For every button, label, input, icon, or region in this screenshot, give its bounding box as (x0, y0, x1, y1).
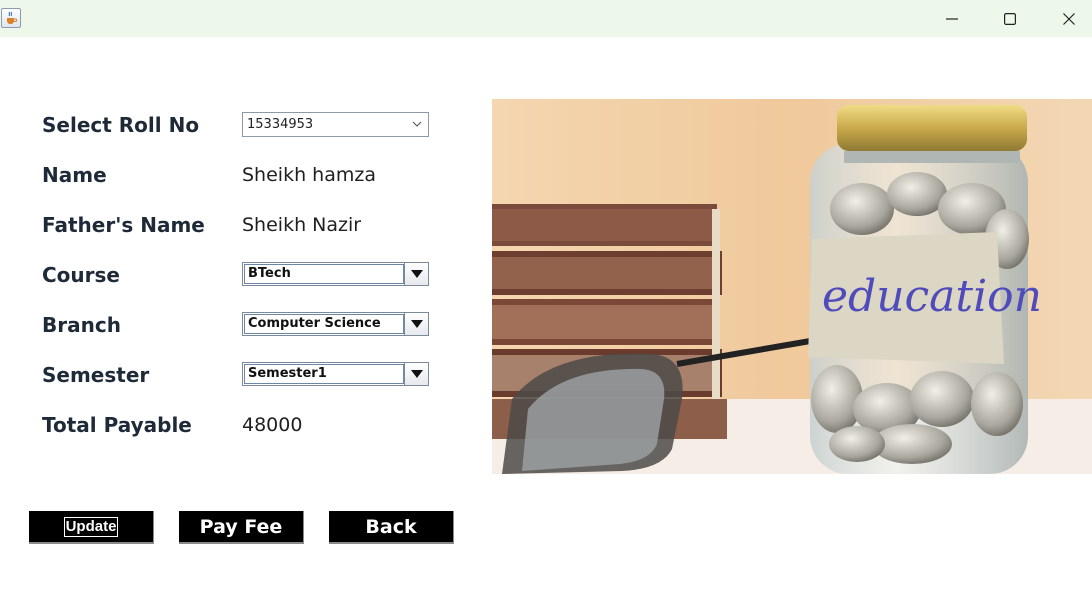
close-icon (1063, 12, 1075, 25)
back-button-label: Back (365, 515, 417, 538)
name-label: Name (42, 163, 107, 187)
roll-no-select[interactable]: 15334953 (242, 112, 429, 137)
triangle-down-icon (410, 270, 423, 278)
semester-label: Semester (42, 363, 150, 387)
name-value: Sheikh hamza (242, 164, 376, 186)
roll-no-label: Select Roll No (42, 113, 200, 137)
total-payable-value: 48000 (242, 414, 303, 436)
course-combo[interactable]: BTech (242, 262, 429, 286)
update-button-label: Update (63, 516, 119, 537)
semester-dropdown-button[interactable] (404, 363, 428, 385)
title-bar (0, 0, 1092, 37)
maximize-button[interactable] (981, 0, 1039, 37)
pay-fee-button[interactable]: Pay Fee (179, 511, 304, 544)
father-name-label: Father's Name (42, 213, 205, 237)
roll-no-value: 15334953 (247, 117, 314, 132)
branch-combo[interactable]: Computer Science (242, 312, 429, 336)
triangle-down-icon (410, 370, 423, 378)
close-button[interactable] (1040, 0, 1092, 37)
branch-combo-field: Computer Science (244, 314, 404, 334)
minimize-button[interactable] (923, 0, 981, 37)
pay-fee-button-label: Pay Fee (199, 515, 283, 538)
back-button[interactable]: Back (329, 511, 454, 544)
course-label: Course (42, 263, 120, 287)
minimize-icon (946, 17, 958, 20)
maximize-icon (1004, 12, 1016, 25)
course-combo-field: BTech (244, 264, 404, 284)
triangle-down-icon (410, 320, 423, 328)
branch-label: Branch (42, 313, 121, 337)
chevron-down-icon (412, 121, 422, 127)
father-name-value: Sheikh Nazir (242, 214, 362, 236)
semester-combo[interactable]: Semester1 (242, 362, 429, 386)
total-payable-label: Total Payable (42, 413, 192, 437)
java-cup-icon[interactable] (1, 8, 21, 28)
semester-combo-field: Semester1 (244, 364, 404, 384)
education-jar-photo: education (492, 99, 1092, 474)
course-dropdown-button[interactable] (404, 263, 428, 285)
jar-label-text: education (822, 271, 1042, 322)
branch-value: Computer Science (248, 316, 381, 331)
course-value: BTech (248, 266, 291, 281)
semester-value: Semester1 (248, 366, 327, 381)
branch-dropdown-button[interactable] (404, 313, 428, 335)
update-button[interactable]: Update (29, 511, 154, 544)
